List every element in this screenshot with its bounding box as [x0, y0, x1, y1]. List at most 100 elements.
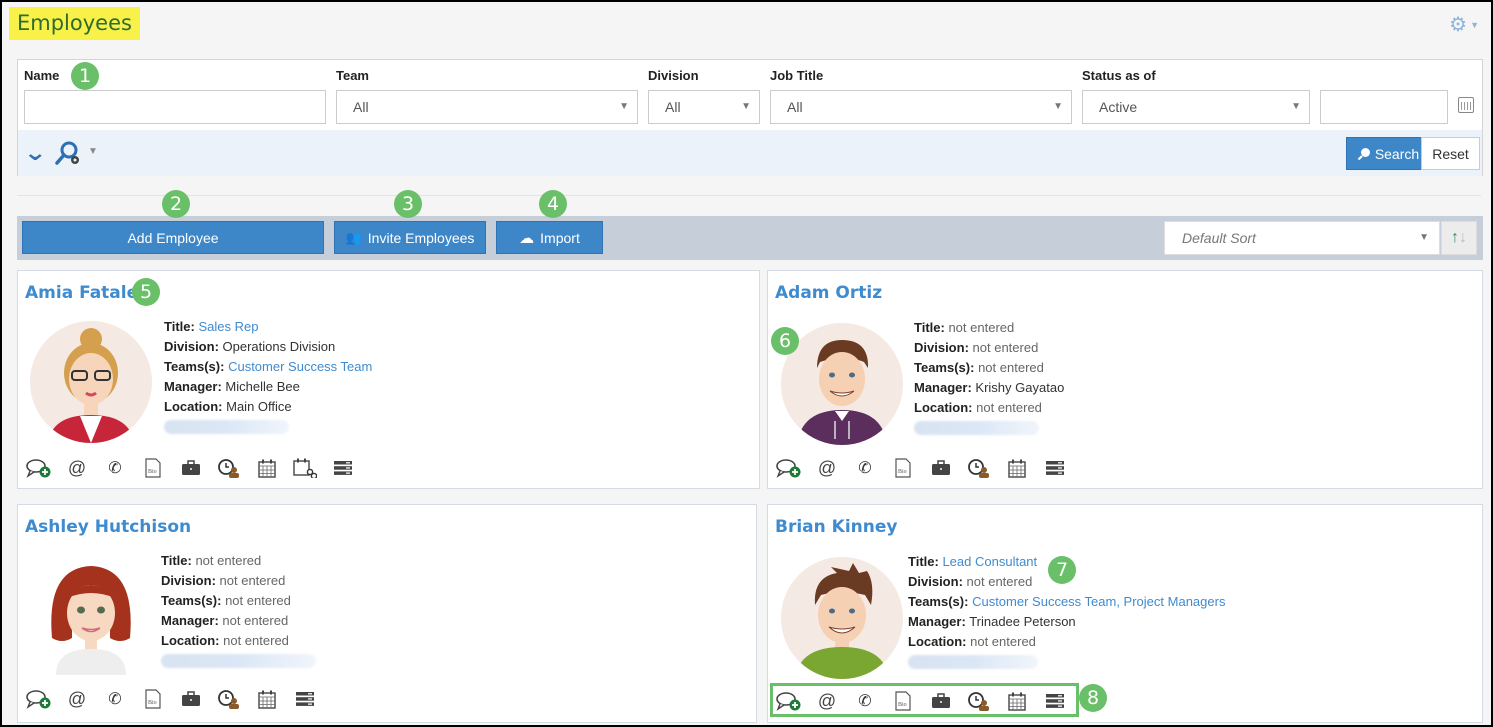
employee-name-link[interactable]: Ashley Hutchison [25, 517, 191, 537]
teams-value[interactable]: Customer Success Team, Project Managers [972, 594, 1225, 609]
title-value[interactable]: Lead Consultant [942, 554, 1037, 569]
phone-icon[interactable]: ✆ [96, 457, 134, 479]
phone-icon[interactable]: ✆ [96, 688, 134, 710]
invite-employees-button[interactable]: 👥 Invite Employees [334, 221, 486, 254]
team-select[interactable]: All ▼ [336, 90, 638, 124]
title-label: Title: [908, 554, 939, 569]
chat-add-icon[interactable] [770, 457, 808, 479]
name-label: Name [24, 68, 60, 83]
sort-asc-icon: ↑ [1451, 229, 1459, 246]
title-value: not entered [948, 320, 1015, 335]
svg-text:Bio: Bio [148, 469, 157, 475]
manager-label: Manager: [164, 379, 222, 394]
employee-details: Title: not entered Division: not entered… [161, 551, 316, 668]
advanced-search-dropdown-icon[interactable]: ▼ [88, 146, 98, 157]
email-redacted [908, 655, 1038, 669]
chat-add-icon[interactable] [20, 688, 58, 710]
email-icon[interactable]: @ [808, 457, 846, 479]
employee-name-link[interactable]: Brian Kinney [775, 517, 897, 537]
title-label: Title: [164, 319, 195, 334]
sort-select[interactable]: Default Sort ▼ [1164, 221, 1440, 255]
title-label: Title: [914, 320, 945, 335]
callout-badge-1: 1 [71, 62, 99, 90]
detail-location: Location: not entered [908, 632, 1225, 652]
expand-filters-chevron-icon[interactable]: ⌄ [23, 140, 47, 166]
dropdown-arrow-icon: ▼ [1419, 232, 1429, 243]
dropdown-arrow-icon: ▼ [1291, 101, 1301, 112]
calendar-icon[interactable] [998, 457, 1036, 479]
time-off-icon[interactable] [210, 457, 248, 479]
manager-value: Krishy Gayatao [975, 380, 1065, 395]
teams-label: Teams(s): [908, 594, 969, 609]
list-icon[interactable] [1036, 457, 1074, 479]
search-button[interactable]: Search [1346, 137, 1430, 170]
list-icon[interactable] [324, 457, 362, 479]
time-off-icon[interactable] [210, 688, 248, 710]
briefcase-icon[interactable] [172, 457, 210, 479]
calendar-icon[interactable] [248, 457, 286, 479]
calendar-link-icon[interactable] [286, 457, 324, 479]
bio-icon[interactable]: Bio [884, 457, 922, 479]
bio-icon[interactable]: Bio [134, 688, 172, 710]
title-value[interactable]: Sales Rep [198, 319, 258, 334]
teams-value: not entered [978, 360, 1044, 375]
email-icon[interactable]: @ [58, 688, 96, 710]
employees-page: Employees ⚙ ▼ Name Team All ▼ Division All… [2, 2, 1491, 725]
employee-actions: @ ✆ Bio [770, 457, 1074, 479]
division-label: Division [648, 68, 699, 83]
avatar[interactable] [781, 557, 903, 679]
manager-label: Manager: [161, 613, 219, 628]
job-title-select[interactable]: All ▼ [770, 90, 1072, 124]
time-off-icon[interactable] [960, 457, 998, 479]
avatar[interactable] [30, 321, 152, 443]
bio-icon[interactable]: Bio [134, 457, 172, 479]
advanced-search-icon[interactable] [54, 139, 84, 167]
invite-employees-label: Invite Employees [367, 229, 475, 246]
calendar-icon[interactable] [1458, 97, 1474, 113]
chevron-down-icon: ▼ [1470, 19, 1479, 30]
employee-name-link[interactable]: Amia Fatale [25, 283, 138, 303]
detail-division: Division: Operations Division [164, 337, 372, 357]
avatar[interactable] [781, 323, 903, 445]
settings-menu[interactable]: ⚙ ▼ [1449, 12, 1479, 37]
job-title-select-value: All [787, 99, 803, 115]
avatar[interactable] [30, 553, 152, 675]
briefcase-icon[interactable] [922, 457, 960, 479]
filter-toolbar: ⌄ ▼ Search Reset [18, 130, 1482, 176]
location-label: Location: [161, 633, 220, 648]
briefcase-icon[interactable] [172, 688, 210, 710]
job-title-label: Job Title [770, 68, 824, 83]
manager-value: Michelle Bee [225, 379, 300, 394]
callout-badge-7: 7 [1048, 556, 1076, 584]
division-value: not entered [972, 340, 1039, 355]
phone-icon[interactable]: ✆ [846, 457, 884, 479]
sort-desc-icon: ↓ [1459, 229, 1467, 246]
sort-direction-toggle[interactable]: ↑ ↓ [1441, 221, 1477, 255]
location-label: Location: [908, 634, 967, 649]
status-date-input[interactable] [1320, 90, 1448, 124]
location-value: not entered [223, 633, 289, 648]
add-employee-button[interactable]: Add Employee [22, 221, 324, 254]
status-select[interactable]: Active ▼ [1082, 90, 1310, 124]
employee-name-link[interactable]: Adam Ortiz [775, 283, 882, 303]
email-icon[interactable]: @ [58, 457, 96, 479]
status-select-value: Active [1099, 99, 1138, 115]
division-label: Division: [908, 574, 963, 589]
division-label: Division: [914, 340, 969, 355]
list-icon[interactable] [286, 688, 324, 710]
manager-label: Manager: [908, 614, 966, 629]
location-label: Location: [914, 400, 973, 415]
detail-manager: Manager: not entered [161, 611, 316, 631]
division-select[interactable]: All ▼ [648, 90, 760, 124]
teams-value[interactable]: Customer Success Team [228, 359, 372, 374]
callout-badge-4: 4 [539, 190, 567, 218]
reset-button[interactable]: Reset [1421, 137, 1480, 170]
chat-add-icon[interactable] [20, 457, 58, 479]
name-input[interactable] [24, 90, 326, 124]
import-button[interactable]: ☁ Import [496, 221, 603, 254]
calendar-icon[interactable] [248, 688, 286, 710]
division-value: Operations Division [222, 339, 336, 354]
employee-card-0: Amia Fatale Title: Sales Rep Division: O… [17, 270, 760, 489]
location-value: not entered [970, 634, 1036, 649]
search-button-label: Search [1374, 145, 1420, 162]
